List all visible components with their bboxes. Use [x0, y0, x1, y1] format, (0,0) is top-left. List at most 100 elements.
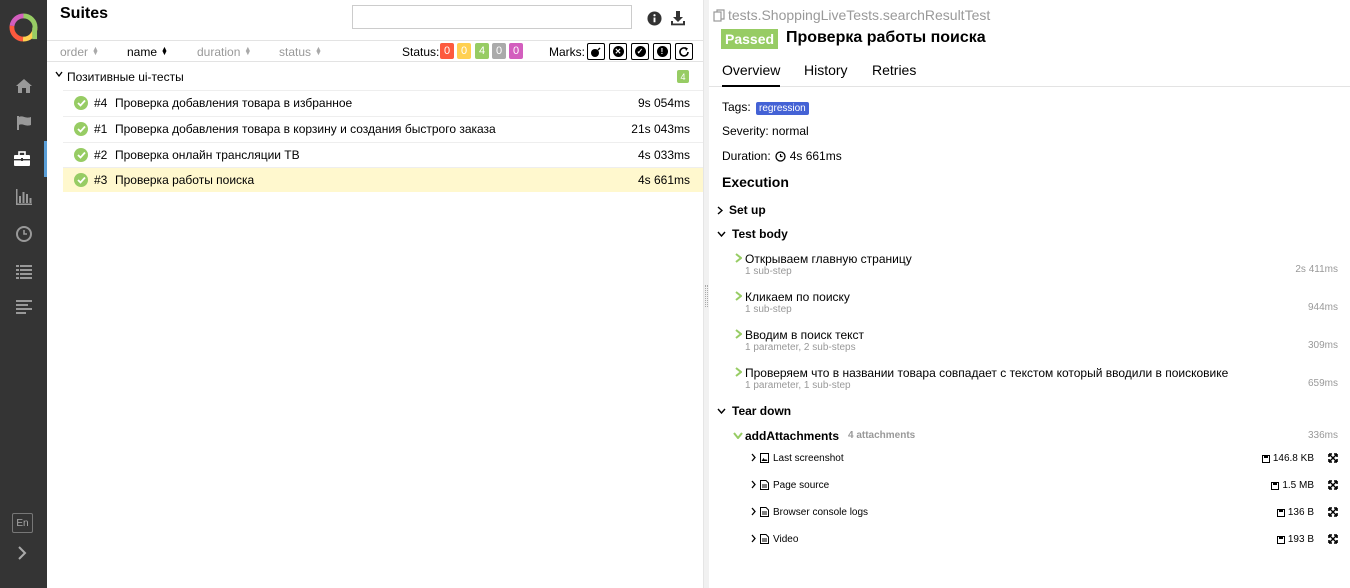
attachment-name: Page source — [773, 480, 830, 491]
search-input[interactable] — [352, 5, 632, 29]
bar-chart-icon — [15, 189, 32, 205]
tab-history[interactable]: History — [804, 62, 848, 87]
suite-group[interactable]: Позитивные ui-тесты 4 — [47, 65, 703, 87]
home-icon — [15, 79, 32, 93]
check-circle-icon — [74, 96, 88, 110]
refresh-icon — [679, 46, 689, 57]
sort-duration[interactable]: duration ▲ ▼ — [197, 45, 251, 59]
save-icon — [1276, 535, 1285, 544]
step-duration: 309ms — [1307, 340, 1338, 351]
attachments-step-name: addAttachments — [745, 429, 840, 443]
setup-section[interactable]: Set up — [717, 203, 766, 217]
test-duration: 21s 043ms — [631, 122, 690, 136]
sort-name[interactable]: name ▲ ▼ — [127, 45, 168, 59]
bomb-icon — [591, 47, 601, 57]
save-icon — [1276, 508, 1285, 517]
test-body-section[interactable]: Test body — [717, 227, 788, 241]
allure-logo[interactable] — [9, 13, 38, 42]
chevron-down-icon — [717, 231, 726, 237]
attachment-name: Browser console logs — [773, 507, 869, 518]
copy-icon — [713, 8, 725, 22]
file-icon — [760, 480, 769, 490]
sort-order[interactable]: order ▲ ▼ — [60, 45, 99, 59]
attachment-row[interactable]: Video 193 B — [751, 532, 1338, 548]
attachment-size: 193 B — [1276, 534, 1314, 545]
sort-arrows-icon: ▲ ▼ — [315, 46, 322, 57]
nav-suites[interactable] — [0, 141, 47, 177]
mark-new-broken-button[interactable]: ! — [653, 43, 671, 60]
sort-name-label: name — [127, 45, 158, 59]
fullscreen-icon[interactable] — [1328, 507, 1338, 517]
test-row[interactable]: #1 Проверка добавления товара в корзину … — [63, 116, 703, 141]
status-failed-badge[interactable]: 0 — [440, 43, 454, 59]
attachment-size: 146.8 KB — [1261, 453, 1314, 464]
nav-behaviors[interactable] — [0, 253, 47, 289]
image-icon — [760, 453, 769, 463]
attachments-step-duration: 336ms — [1307, 430, 1338, 441]
test-details-pane: tests.ShoppingLiveTests.searchResultTest… — [709, 0, 1350, 588]
teardown-label: Tear down — [732, 404, 792, 418]
check-circle-icon — [74, 173, 88, 187]
test-full-name[interactable]: tests.ShoppingLiveTests.searchResultTest — [713, 7, 990, 23]
tab-retries[interactable]: Retries — [872, 62, 916, 87]
file-icon — [760, 534, 769, 544]
chevron-right-icon — [751, 480, 756, 489]
step-substeps: 1 sub-step — [745, 266, 792, 277]
sort-status[interactable]: status ▲ ▼ — [279, 45, 322, 59]
marks-filter-label: Marks: — [549, 45, 585, 59]
chevron-right-icon — [735, 291, 742, 301]
nav-timeline[interactable] — [0, 216, 47, 252]
briefcase-icon — [14, 151, 30, 166]
download-button[interactable] — [669, 9, 687, 27]
status-passed-badge[interactable]: 4 — [475, 43, 489, 59]
sidebar: En — [0, 0, 47, 588]
fullscreen-icon[interactable] — [1328, 453, 1338, 463]
test-number: #2 — [94, 148, 108, 162]
attachments-count: 4 attachments — [848, 430, 916, 441]
mark-retries-button[interactable] — [675, 43, 693, 60]
attachment-size-text: 136 B — [1287, 507, 1314, 518]
mark-flaky-button[interactable] — [587, 43, 605, 60]
teardown-section[interactable]: Tear down — [717, 404, 791, 418]
test-number: #4 — [94, 96, 108, 110]
attachments-step[interactable]: addAttachments 4 attachments 336ms — [733, 429, 1338, 445]
test-name: Проверка добавления товара в избранное — [115, 96, 353, 110]
attachment-name: Last screenshot — [773, 453, 844, 464]
expand-sidebar-button[interactable] — [14, 544, 30, 562]
duration-value: 4s 661ms — [789, 149, 842, 163]
nav-overview[interactable] — [0, 68, 47, 104]
status-skipped-badge[interactable]: 0 — [492, 43, 506, 59]
chevron-right-icon — [751, 507, 756, 516]
attachment-size: 1.5 MB — [1271, 480, 1314, 491]
test-row[interactable]: #2 Проверка онлайн трансляции ТВ 4s 033m… — [63, 142, 703, 167]
mark-new-passed-button[interactable]: ✓ — [631, 43, 649, 60]
info-button[interactable] — [645, 9, 663, 27]
attachment-row[interactable]: Browser console logs 136 B — [751, 505, 1338, 521]
save-icon — [1261, 454, 1270, 463]
nav-packages[interactable] — [0, 289, 47, 325]
new-broken-icon: ! — [656, 46, 668, 57]
status-broken-badge[interactable]: 0 — [457, 43, 471, 59]
list-icon — [15, 265, 32, 279]
check-circle-icon — [74, 148, 88, 162]
suite-group-count-badge: 4 — [677, 70, 689, 83]
attachment-row[interactable]: Last screenshot 146.8 KB — [751, 451, 1338, 467]
pane-title: Suites — [60, 5, 109, 22]
test-row[interactable]: #4 Проверка добавления товара в избранно… — [63, 90, 703, 115]
sort-arrows-icon: ▲ ▼ — [92, 46, 99, 57]
tab-overview[interactable]: Overview — [722, 62, 781, 87]
test-title: Проверка работы поиска — [786, 29, 986, 46]
clock-icon — [775, 150, 786, 162]
language-button[interactable]: En — [12, 513, 33, 533]
chevron-right-icon — [735, 367, 742, 377]
test-row-selected[interactable]: #3 Проверка работы поиска 4s 661ms — [63, 167, 703, 192]
fullscreen-icon[interactable] — [1328, 534, 1338, 544]
nav-graphs[interactable] — [0, 179, 47, 215]
attachment-row[interactable]: Page source 1.5 MB — [751, 478, 1338, 494]
status-unknown-badge[interactable]: 0 — [509, 43, 523, 59]
fullscreen-icon[interactable] — [1328, 480, 1338, 490]
nav-categories[interactable] — [0, 105, 47, 141]
chevron-right-icon — [751, 453, 756, 462]
sort-duration-label: duration — [197, 45, 241, 59]
mark-new-failed-button[interactable]: ✕ — [609, 43, 627, 60]
